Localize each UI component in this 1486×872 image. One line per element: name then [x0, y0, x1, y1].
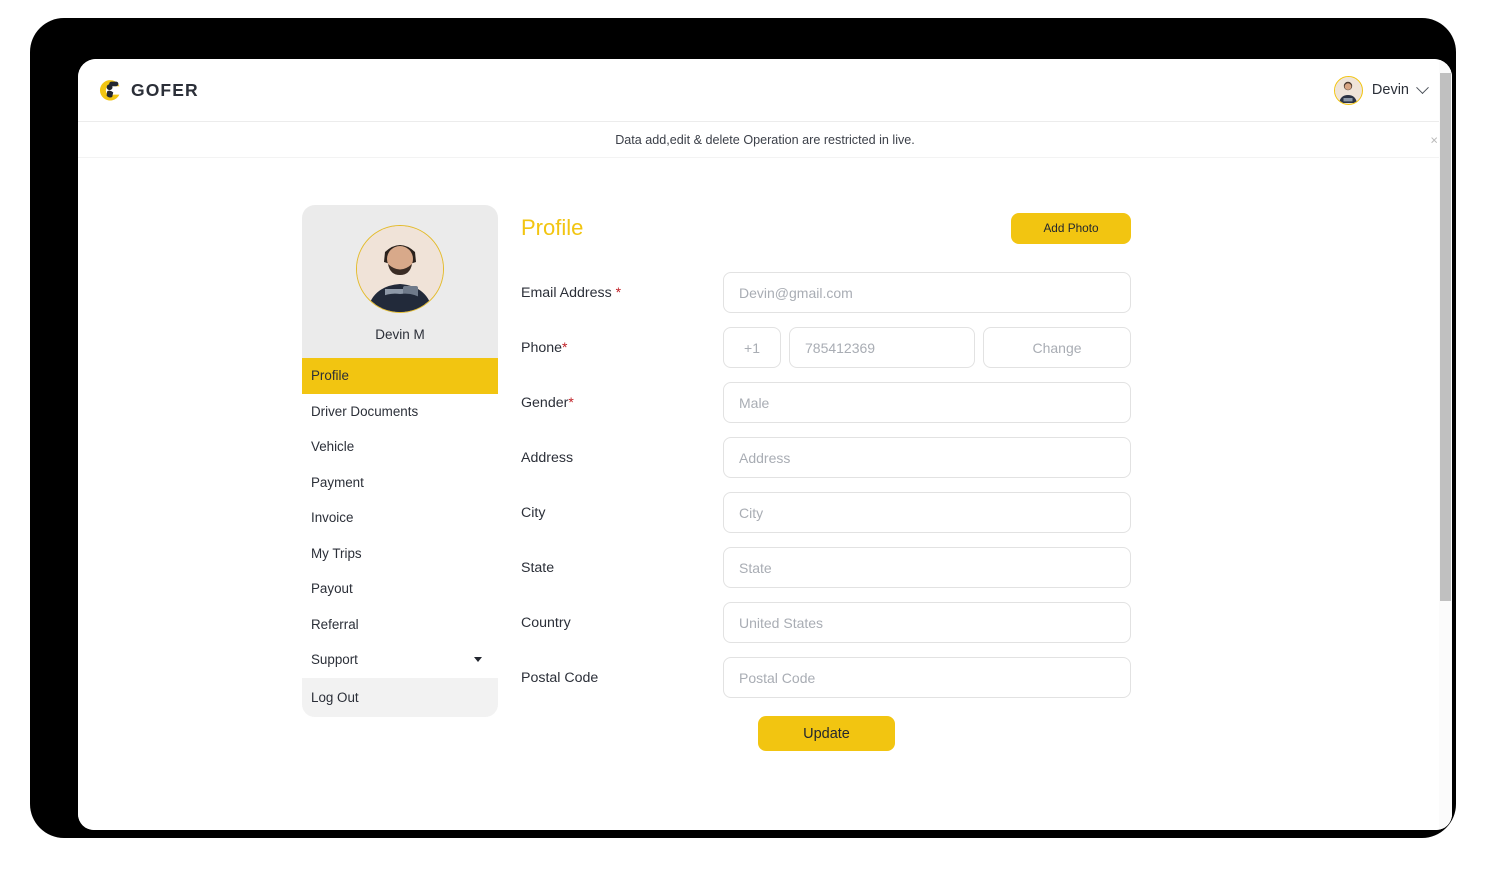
- phone-number-field[interactable]: 785412369: [789, 327, 975, 368]
- email-field[interactable]: Devin@gmail.com: [723, 272, 1131, 313]
- form-row-country: Country United States: [521, 602, 1131, 643]
- form-row-state: State State: [521, 547, 1131, 588]
- sidebar-item-label: Referral: [311, 616, 359, 632]
- city-field[interactable]: City: [723, 492, 1131, 533]
- sidebar-item-log-out[interactable]: Log Out: [302, 677, 498, 717]
- close-icon[interactable]: ×: [1430, 133, 1438, 146]
- update-button[interactable]: Update: [758, 716, 895, 751]
- address-field[interactable]: Address: [723, 437, 1131, 478]
- app-header: GOFER Devin: [78, 59, 1452, 122]
- scrollbar-thumb[interactable]: [1440, 73, 1451, 601]
- sidebar-item-label: Payment: [311, 474, 364, 490]
- gender-label: Gender*: [521, 394, 723, 411]
- email-label: Email Address *: [521, 284, 723, 301]
- required-asterisk: *: [562, 339, 568, 355]
- sidebar-item-label: My Trips: [311, 545, 362, 561]
- sidebar-item-driver-documents[interactable]: Driver Documents: [302, 393, 498, 429]
- sidebar-item-my-trips[interactable]: My Trips: [302, 535, 498, 571]
- country-code-field[interactable]: +1: [723, 327, 781, 368]
- device-screen: GOFER Devin Data add,edit & delete Opera…: [78, 59, 1452, 830]
- notice-text: Data add,edit & delete Operation are res…: [615, 132, 915, 147]
- city-label: City: [521, 504, 546, 521]
- brand[interactable]: GOFER: [97, 77, 199, 103]
- address-label: Address: [521, 449, 574, 466]
- sidebar-item-payout[interactable]: Payout: [302, 571, 498, 607]
- profile-menu: Profile Driver Documents Vehicle Payment: [302, 358, 498, 717]
- profile-form: Profile Add Photo Email Address * Devin@…: [521, 205, 1131, 751]
- sidebar-item-vehicle[interactable]: Vehicle: [302, 429, 498, 465]
- country-field[interactable]: United States: [723, 602, 1131, 643]
- user-name: Devin: [1371, 82, 1409, 98]
- sidebar-item-label: Invoice: [311, 510, 354, 526]
- form-row-email: Email Address * Devin@gmail.com: [521, 272, 1131, 313]
- chevron-down-icon[interactable]: [1416, 80, 1429, 94]
- phone-label-text: Phone: [521, 340, 563, 356]
- page-title: Profile: [521, 215, 584, 240]
- profile-card-header: Devin M: [302, 205, 498, 358]
- caret-down-icon[interactable]: [474, 657, 482, 663]
- form-row-address: Address Address: [521, 437, 1131, 478]
- gender-field[interactable]: Male: [723, 382, 1131, 423]
- change-phone-button[interactable]: Change: [983, 327, 1131, 368]
- submit-row: Update: [521, 716, 1131, 751]
- required-asterisk: *: [568, 394, 574, 410]
- profile-card-name: Devin M: [375, 327, 425, 342]
- sidebar-item-label: Payout: [311, 581, 353, 597]
- email-label-text: Email Address: [521, 285, 612, 301]
- country-label: Country: [521, 614, 571, 631]
- form-row-phone: Phone* +1 785412369 Change: [521, 327, 1131, 368]
- sidebar-item-referral[interactable]: Referral: [302, 606, 498, 642]
- profile-photo-image: [356, 225, 444, 313]
- user-avatar-image: [1333, 75, 1363, 105]
- sidebar-item-payment[interactable]: Payment: [302, 464, 498, 500]
- state-field[interactable]: State: [723, 547, 1131, 588]
- sidebar-item-label: Profile: [311, 368, 349, 384]
- user-menu[interactable]: Devin: [1333, 75, 1429, 105]
- form-row-postal: Postal Code Postal Code: [521, 657, 1131, 698]
- profile-sidebar-card: Devin M Profile Driver Documents Vehicle: [302, 205, 498, 717]
- form-row-gender: Gender* Male: [521, 382, 1131, 423]
- vertical-scrollbar[interactable]: [1439, 59, 1452, 830]
- sidebar-item-invoice[interactable]: Invoice: [302, 500, 498, 536]
- sidebar-item-label: Support: [311, 652, 358, 668]
- postal-code-field[interactable]: Postal Code: [723, 657, 1131, 698]
- gender-label-text: Gender: [521, 395, 569, 411]
- notice-banner: Data add,edit & delete Operation are res…: [78, 122, 1452, 158]
- form-header: Profile Add Photo: [521, 210, 1131, 246]
- required-asterisk: *: [615, 284, 622, 300]
- brand-name: GOFER: [131, 79, 199, 100]
- state-label: State: [521, 559, 555, 576]
- phone-group: +1 785412369 Change: [723, 327, 1131, 368]
- sidebar-item-label: Log Out: [311, 689, 359, 705]
- sidebar-item-support[interactable]: Support: [302, 642, 498, 678]
- phone-label: Phone*: [521, 339, 723, 356]
- sidebar-item-label: Driver Documents: [311, 403, 419, 419]
- device-frame: GOFER Devin Data add,edit & delete Opera…: [30, 18, 1456, 838]
- add-photo-button[interactable]: Add Photo: [1011, 212, 1131, 244]
- form-row-city: City City: [521, 492, 1131, 533]
- sidebar-item-profile[interactable]: Profile: [302, 358, 498, 394]
- gofer-logo-icon: [97, 77, 123, 103]
- page-body: Devin M Profile Driver Documents Vehicle: [78, 158, 1452, 830]
- sidebar-item-label: Vehicle: [311, 439, 355, 455]
- postal-code-label: Postal Code: [521, 669, 599, 686]
